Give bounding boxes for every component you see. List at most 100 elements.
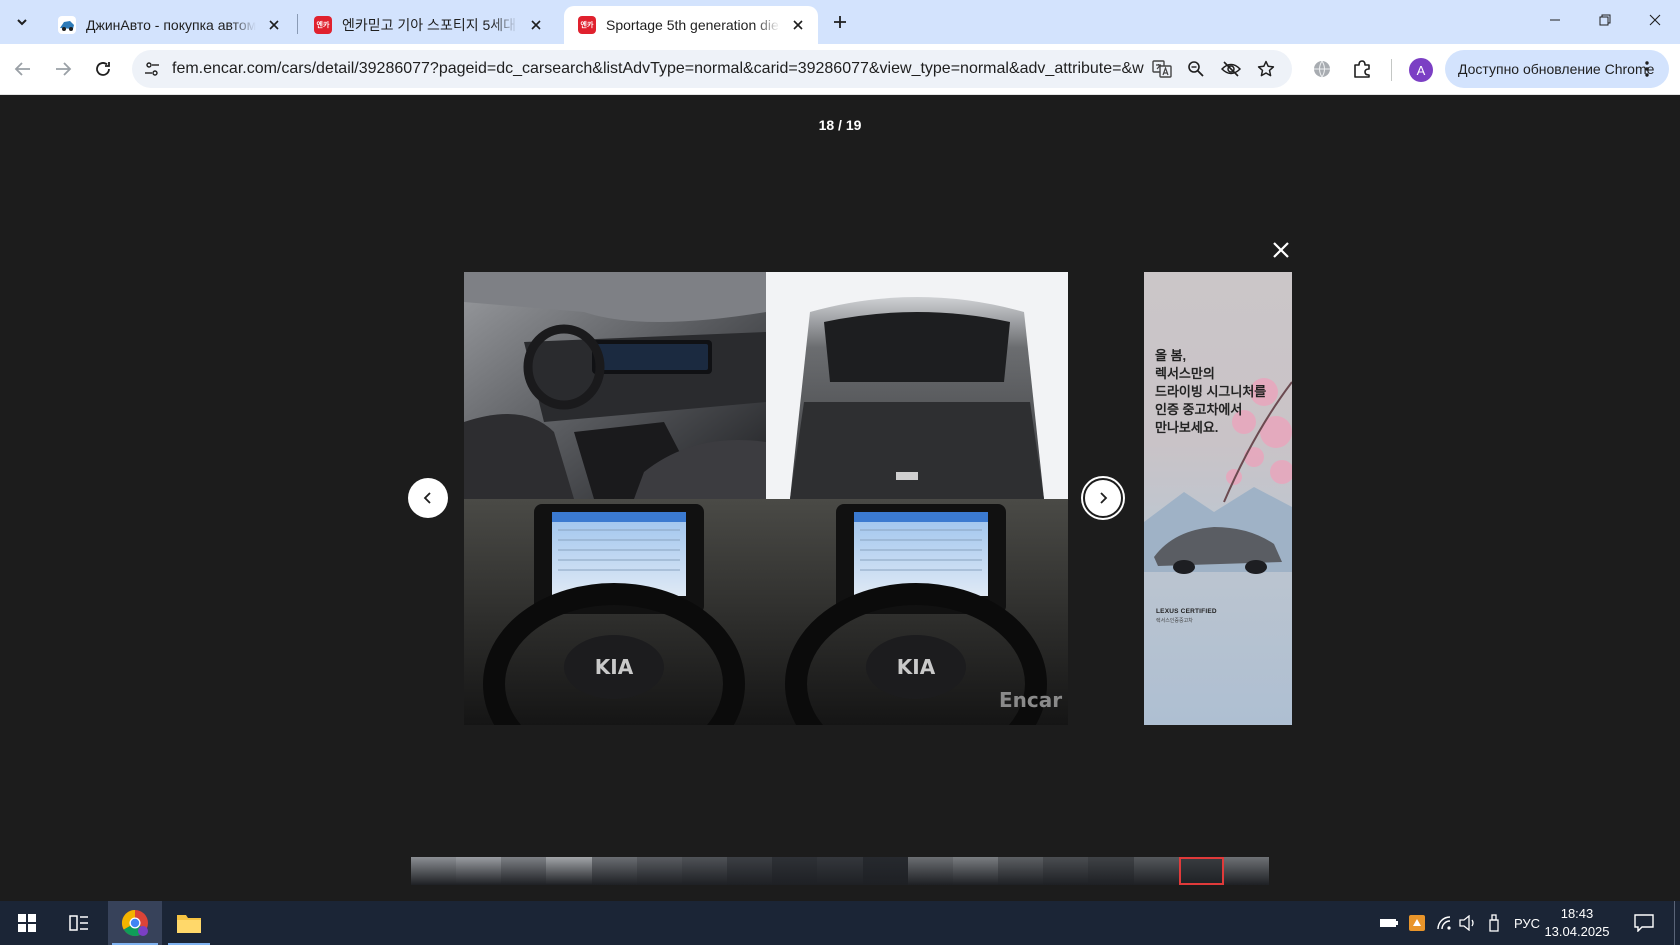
tray-usb-icon[interactable] xyxy=(1482,901,1506,945)
previous-photo-button[interactable] xyxy=(408,478,448,518)
url-text[interactable]: fem.encar.com/cars/detail/39286077?pagei… xyxy=(172,50,1144,88)
taskbar-chrome[interactable] xyxy=(108,901,162,945)
thumbnail[interactable] xyxy=(772,857,818,885)
close-icon xyxy=(1649,14,1661,26)
tray-battery-icon[interactable] xyxy=(1377,901,1401,945)
tab-encar-korean[interactable]: 엔카 엔카믿고 기아 스포티지 5세대 디젤 2.0 xyxy=(300,6,556,44)
ad-brand: LEXUS CERTIFIED xyxy=(1156,608,1217,615)
close-viewer-button[interactable] xyxy=(1268,237,1294,263)
task-view-icon xyxy=(69,915,88,931)
tray-wifi-icon[interactable] xyxy=(1432,901,1456,945)
tray-volume-icon[interactable] xyxy=(1456,901,1480,945)
folder-icon xyxy=(177,915,201,933)
extensions-puzzle-icon[interactable] xyxy=(1349,56,1375,82)
car-photo-collage: KIA KIA Encar xyxy=(464,272,1068,725)
thumbnail[interactable] xyxy=(681,857,728,885)
toolbar-divider xyxy=(1391,59,1392,81)
chrome-icon xyxy=(121,909,148,937)
close-tab-icon[interactable] xyxy=(264,15,284,35)
close-window-button[interactable] xyxy=(1630,0,1680,40)
thumbnail[interactable] xyxy=(1223,857,1269,885)
restore-icon xyxy=(1599,14,1611,26)
thumbnail[interactable] xyxy=(1133,857,1179,885)
jinavto-favicon xyxy=(58,16,76,34)
tab-search-button[interactable] xyxy=(6,6,38,38)
thumbnail[interactable] xyxy=(591,857,637,885)
thumbnail[interactable] xyxy=(411,857,457,885)
globe-extension-icon[interactable] xyxy=(1309,56,1335,82)
start-button[interactable] xyxy=(8,901,46,945)
next-photo-button[interactable] xyxy=(1083,478,1123,518)
thumbnail[interactable] xyxy=(1088,857,1134,885)
notifications-button[interactable] xyxy=(1632,911,1656,935)
site-info-icon[interactable] xyxy=(140,57,164,81)
notification-icon xyxy=(1634,914,1654,932)
photo-viewer-modal: 18 / 19 KIA KIA Encar 올 봄, 렉서스만의 드라이빙 시그… xyxy=(0,95,1680,901)
tab-jinavto[interactable]: ДжинАвто - покупка автомобилей из Кореи xyxy=(44,6,294,44)
more-vert-icon[interactable] xyxy=(1637,59,1657,79)
task-view-button[interactable] xyxy=(60,901,98,945)
kia-logo: KIA xyxy=(595,655,634,679)
close-tab-icon[interactable] xyxy=(526,15,546,35)
tray-app-icon[interactable] xyxy=(1405,901,1429,945)
chrome-update-button[interactable]: Доступно обновление Chrome xyxy=(1445,50,1669,88)
tab-strip: ДжинАвто - покупка автомобилей из Кореи … xyxy=(0,0,1680,44)
new-tab-button[interactable] xyxy=(826,8,854,36)
thumbnail[interactable] xyxy=(952,857,999,885)
encar-watermark: Encar xyxy=(999,688,1062,712)
photo-counter: 18 / 19 xyxy=(818,117,862,133)
update-label: Доступно обновление Chrome xyxy=(1458,61,1655,77)
ad-headline: 올 봄, 렉서스만의 드라이빙 시그니처를 인증 중고차에서 만나보세요. xyxy=(1155,348,1267,435)
reload-button[interactable] xyxy=(86,52,120,86)
thumbnail[interactable] xyxy=(862,857,908,885)
chevron-right-icon xyxy=(1100,492,1108,504)
ad-brand-sub: 렉서스인증중고차 xyxy=(1156,618,1193,624)
zoom-icon[interactable] xyxy=(1184,57,1208,81)
arrow-left-icon xyxy=(14,62,30,76)
thumbnail[interactable] xyxy=(636,857,682,885)
restore-button[interactable] xyxy=(1580,0,1630,40)
close-icon xyxy=(1273,242,1289,258)
star-icon[interactable] xyxy=(1254,57,1278,81)
chevron-left-icon xyxy=(423,492,431,504)
address-bar[interactable]: fem.encar.com/cars/detail/39286077?pagei… xyxy=(132,50,1292,88)
tab-sportage-active[interactable]: 엔카 Sportage 5th generation diesel 2.0 xyxy=(564,6,818,44)
encar-favicon: 엔카 xyxy=(578,16,596,34)
tab-title: 엔카믿고 기아 스포티지 5세대 디젤 2.0 xyxy=(342,17,518,33)
windows-taskbar: РУС 18:43 13.04.2025 xyxy=(0,901,1680,945)
plus-icon xyxy=(834,16,846,28)
thumbnail[interactable] xyxy=(456,857,502,885)
taskbar-clock[interactable]: 18:43 13.04.2025 xyxy=(1538,905,1616,941)
thumbnail[interactable] xyxy=(727,857,773,885)
clock-time: 18:43 xyxy=(1560,906,1594,921)
forward-button[interactable] xyxy=(46,52,80,86)
reload-icon xyxy=(96,62,110,76)
ad-illustration xyxy=(1144,378,1292,574)
close-tab-icon[interactable] xyxy=(788,15,808,35)
chevron-down-icon xyxy=(17,19,27,26)
kia-logo: KIA xyxy=(897,655,936,679)
minimize-button[interactable] xyxy=(1530,0,1580,40)
main-car-photo: KIA KIA Encar xyxy=(464,272,1068,725)
thumbnail[interactable] xyxy=(546,857,592,885)
thumbnail[interactable] xyxy=(998,857,1044,885)
thumbnail[interactable] xyxy=(907,857,953,885)
translate-icon[interactable] xyxy=(1150,57,1174,81)
taskbar-file-explorer[interactable] xyxy=(164,901,214,945)
profile-avatar[interactable]: A xyxy=(1409,58,1433,82)
back-button[interactable] xyxy=(6,52,40,86)
eye-off-icon[interactable] xyxy=(1219,57,1243,81)
tab-title: Sportage 5th generation diesel 2.0 xyxy=(606,17,780,33)
show-desktop-button[interactable] xyxy=(1674,901,1675,945)
windows-logo-icon xyxy=(18,914,36,932)
lexus-advertisement[interactable]: 올 봄, 렉서스만의 드라이빙 시그니처를 인증 중고차에서 만나보세요. LE… xyxy=(1144,272,1292,725)
arrow-right-icon xyxy=(56,62,72,76)
browser-toolbar: fem.encar.com/cars/detail/39286077?pagei… xyxy=(0,44,1680,95)
thumbnail-strip xyxy=(411,857,1269,885)
encar-favicon: 엔카 xyxy=(314,16,332,34)
thumbnail-active[interactable] xyxy=(1178,857,1224,885)
thumbnail[interactable] xyxy=(1043,857,1089,885)
thumbnail[interactable] xyxy=(501,857,547,885)
thumbnail[interactable] xyxy=(817,857,863,885)
minimize-icon xyxy=(1550,19,1560,21)
